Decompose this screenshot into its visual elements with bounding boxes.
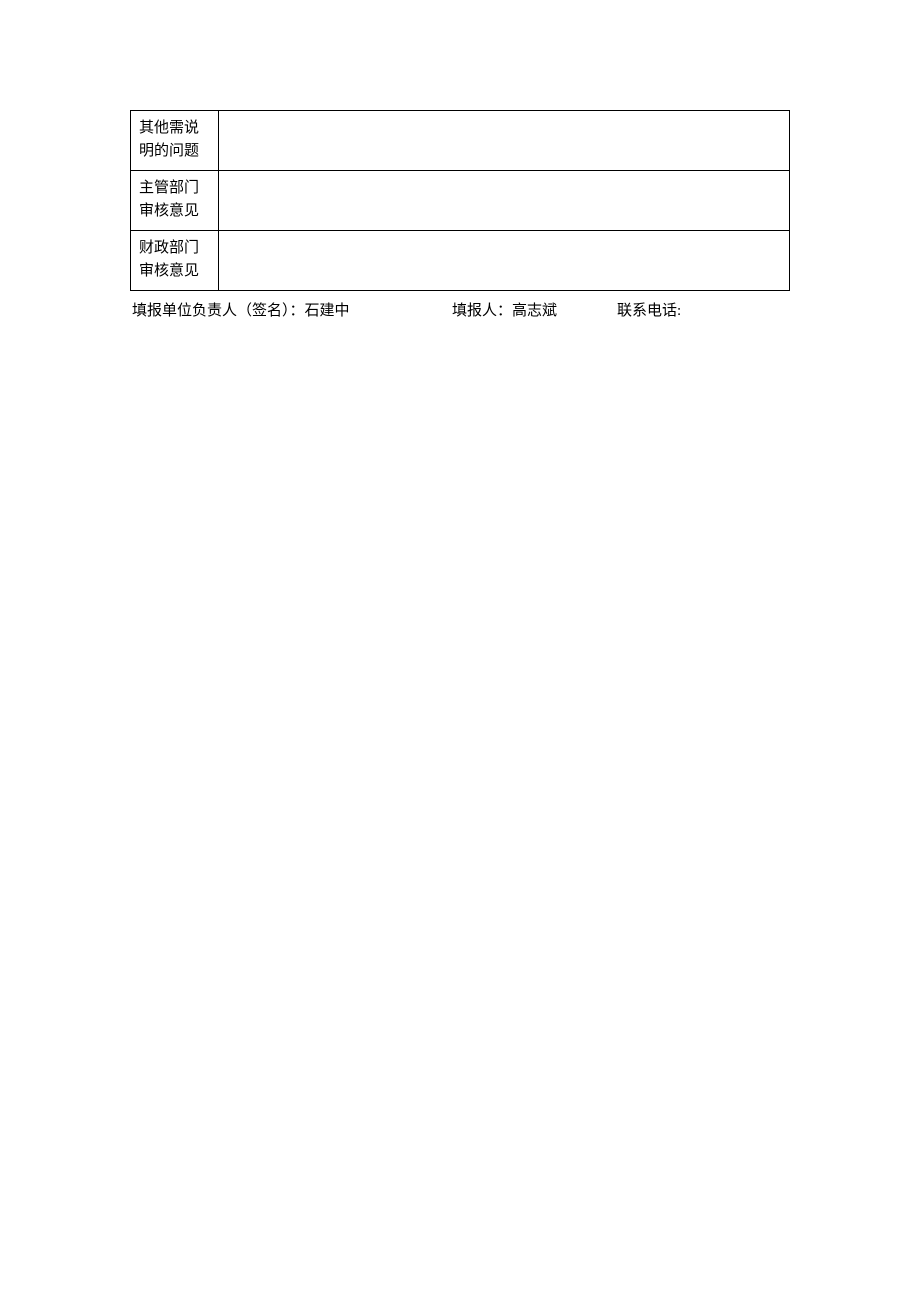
responsible-value: 石建中 bbox=[305, 303, 350, 319]
table-row: 主管部门审核意见 bbox=[131, 171, 790, 231]
row-content-other-issues bbox=[219, 111, 790, 171]
footer-line: 填报单位负责人（签名）：石建中 填报人：高志斌 联系电话: bbox=[130, 299, 790, 320]
footer-responsible: 填报单位负责人（签名）：石建中 bbox=[132, 299, 452, 320]
form-table: 其他需说明的问题 主管部门审核意见 财政部门审核意见 bbox=[130, 110, 790, 291]
table-row: 财政部门审核意见 bbox=[131, 231, 790, 291]
label-text: 主管部门审核意见 bbox=[139, 180, 199, 219]
footer-preparer: 填报人：高志斌 bbox=[452, 299, 617, 320]
row-label-supervisor-opinion: 主管部门审核意见 bbox=[131, 171, 219, 231]
phone-label: 联系电话: bbox=[617, 303, 681, 319]
label-text: 其他需说明的问题 bbox=[139, 120, 199, 159]
footer-phone: 联系电话: bbox=[617, 299, 788, 320]
table-row: 其他需说明的问题 bbox=[131, 111, 790, 171]
row-content-supervisor-opinion bbox=[219, 171, 790, 231]
page-container: 其他需说明的问题 主管部门审核意见 财政部门审核意见 填报单位负责人（签名 bbox=[0, 0, 920, 320]
row-label-finance-opinion: 财政部门审核意见 bbox=[131, 231, 219, 291]
preparer-label: 填报人： bbox=[452, 303, 512, 319]
responsible-label: 填报单位负责人（签名）： bbox=[132, 303, 305, 319]
row-content-finance-opinion bbox=[219, 231, 790, 291]
preparer-value: 高志斌 bbox=[512, 303, 557, 319]
row-label-other-issues: 其他需说明的问题 bbox=[131, 111, 219, 171]
label-text: 财政部门审核意见 bbox=[139, 240, 199, 279]
